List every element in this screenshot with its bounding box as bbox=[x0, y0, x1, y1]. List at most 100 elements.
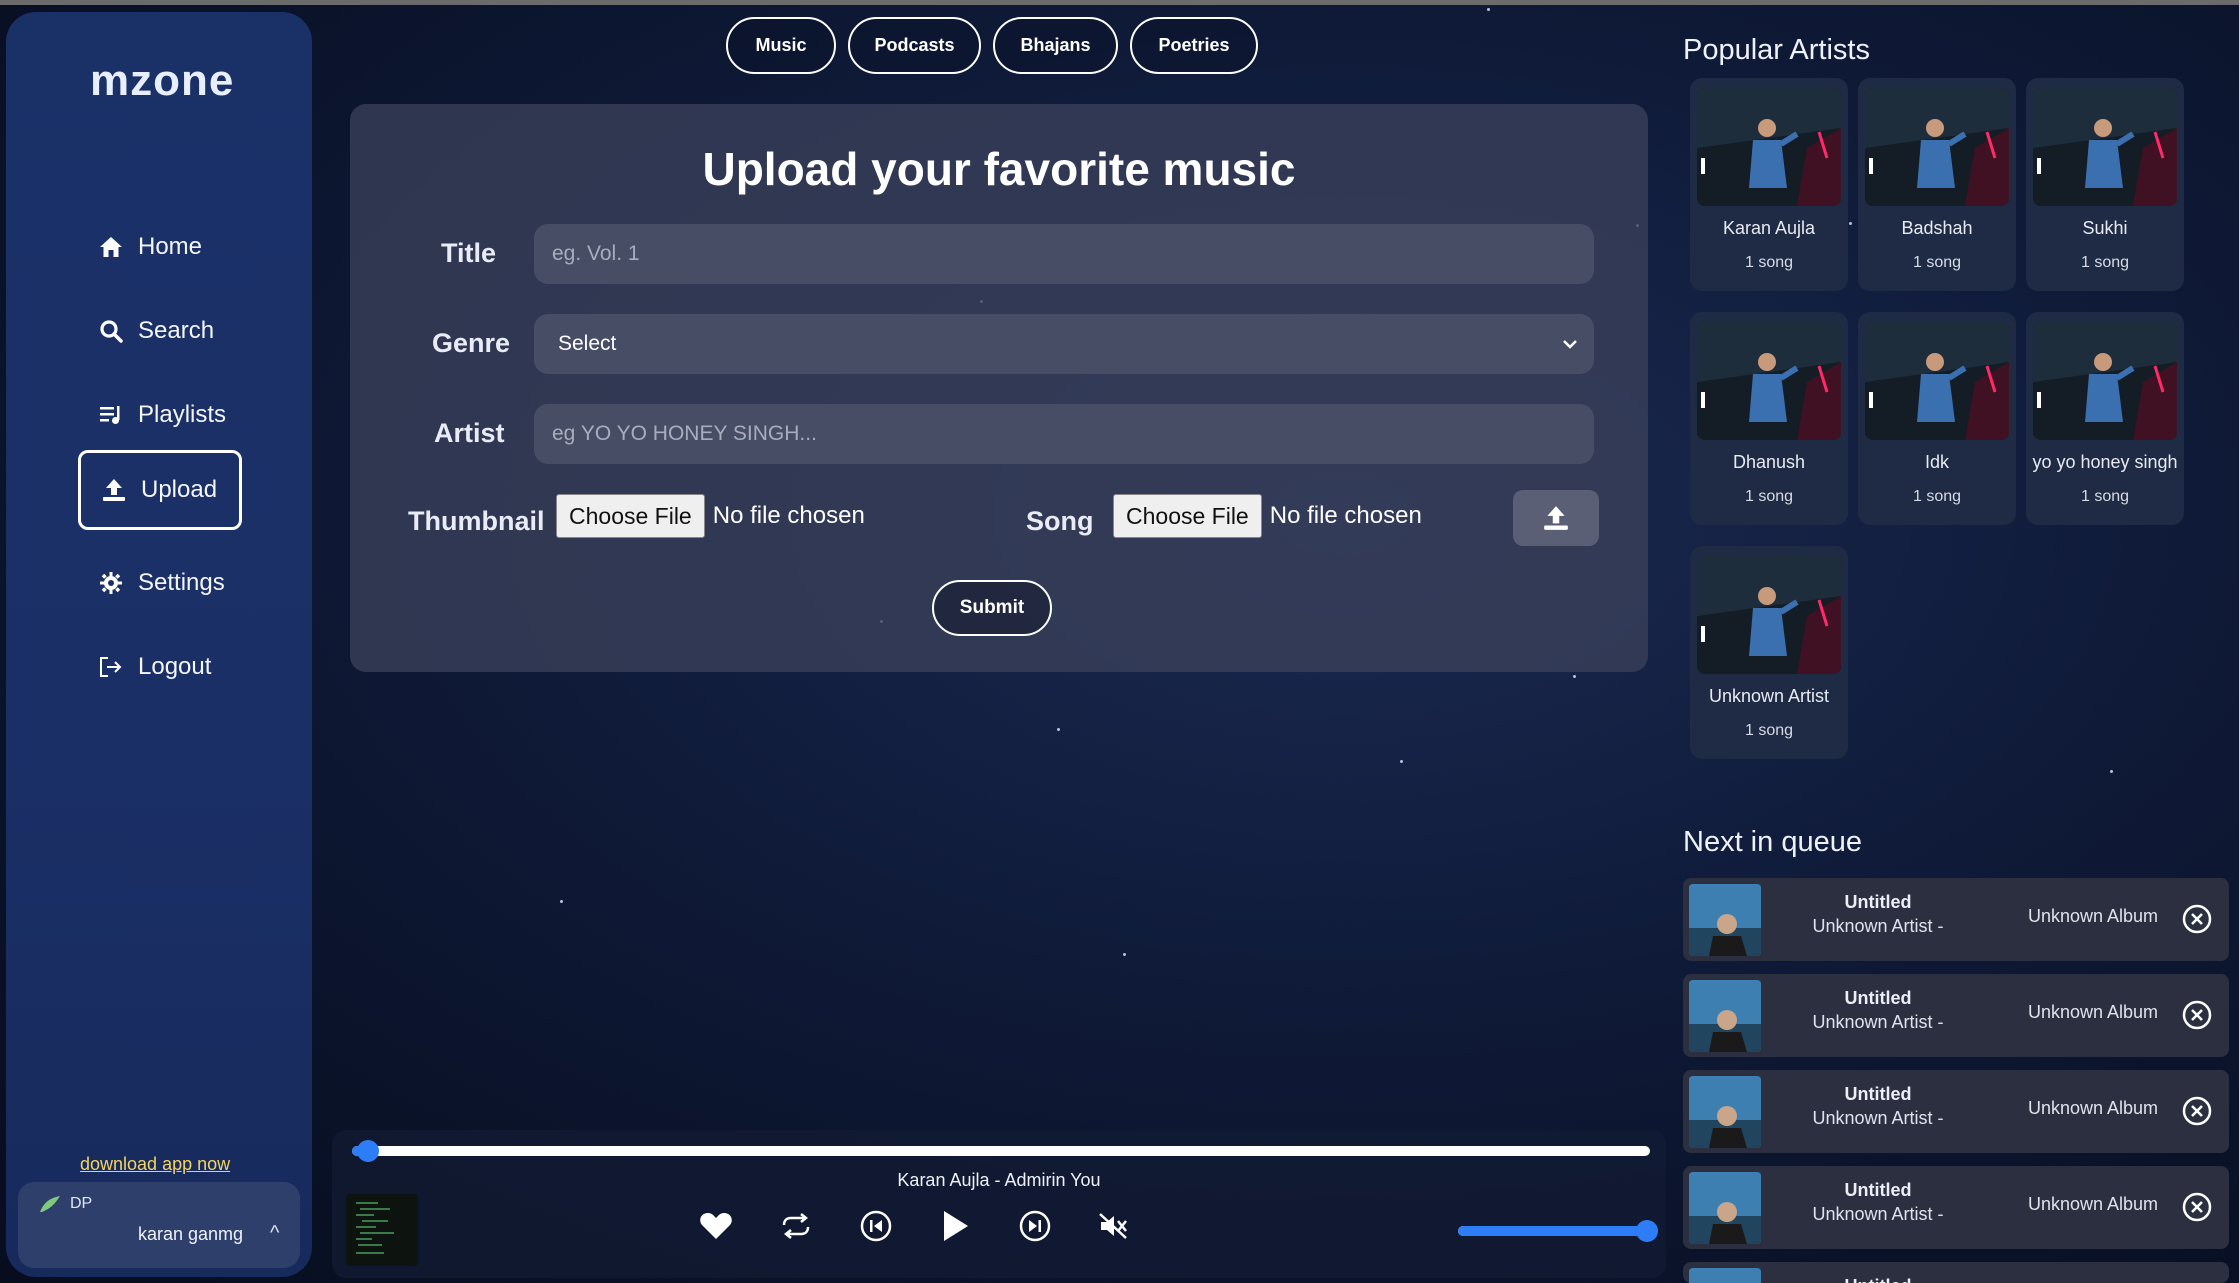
skip-back-icon bbox=[860, 1210, 892, 1242]
queue-item-thumbnail bbox=[1689, 1268, 1761, 1283]
progress-slider[interactable] bbox=[352, 1140, 1650, 1162]
sidebar-item-search[interactable]: Search bbox=[78, 292, 248, 370]
artist-card[interactable]: yo yo honey singh 1 song bbox=[2026, 312, 2184, 525]
progress-handle[interactable] bbox=[356, 1140, 379, 1162]
upload-file-button[interactable] bbox=[1513, 490, 1599, 546]
queue-item[interactable]: Untitled Unknown Artist - Unknown Album bbox=[1683, 1070, 2229, 1153]
category-podcasts-button[interactable]: Podcasts bbox=[848, 17, 981, 74]
close-circle-icon bbox=[2182, 904, 2212, 934]
queue-item[interactable]: Untitled Unknown Artist - Unknown Album bbox=[1683, 974, 2229, 1057]
repeat-button[interactable] bbox=[776, 1206, 816, 1246]
chevron-down-icon bbox=[1563, 340, 1577, 349]
artist-image bbox=[1697, 322, 1841, 440]
title-label: Title bbox=[441, 238, 497, 268]
artist-song-count: 1 song bbox=[1912, 254, 1962, 271]
artist-name: Dhanush bbox=[1732, 452, 1806, 472]
artist-song-count: 1 song bbox=[1744, 254, 1794, 271]
artist-card[interactable]: Dhanush 1 song bbox=[1690, 312, 1848, 525]
sidebar-item-label: Upload bbox=[141, 476, 218, 503]
artist-card[interactable]: Idk 1 song bbox=[1858, 312, 2016, 525]
volume-mute-icon bbox=[1099, 1213, 1127, 1239]
close-circle-icon bbox=[2182, 1000, 2212, 1030]
user-profile-card[interactable]: DP karan ganmg ^ bbox=[18, 1182, 300, 1268]
queue-item[interactable]: Untitled Unknown Artist - Unknown Album bbox=[1683, 1166, 2229, 1249]
sidebar-item-logout[interactable]: Logout bbox=[78, 628, 248, 706]
queue-item-title: Untitled bbox=[1844, 988, 1912, 1008]
thumbnail-choose-file-button[interactable]: Choose File bbox=[556, 494, 705, 538]
broken-image-icon bbox=[40, 1196, 60, 1212]
chevron-up-icon[interactable]: ^ bbox=[270, 1222, 279, 1245]
queue-item-title: Untitled bbox=[1844, 1084, 1912, 1104]
artist-label: Artist bbox=[434, 418, 505, 448]
thumbnail-file-input: Choose File No file chosen bbox=[556, 494, 865, 538]
like-button[interactable] bbox=[696, 1206, 736, 1246]
sidebar-item-label: Settings bbox=[138, 569, 225, 596]
artist-image bbox=[2033, 322, 2177, 440]
song-file-status: No file chosen bbox=[1269, 502, 1422, 529]
download-app-link[interactable]: download app now bbox=[80, 1154, 230, 1175]
remove-from-queue-button[interactable] bbox=[2181, 903, 2213, 935]
category-poetries-button[interactable]: Poetries bbox=[1130, 17, 1258, 74]
popular-artists-title: Popular Artists bbox=[1683, 34, 1870, 66]
queue-item-album: Unknown Album bbox=[2027, 906, 2159, 926]
queue-item[interactable]: Untitled Unknown Artist - Unknown Album bbox=[1683, 878, 2229, 961]
next-button[interactable] bbox=[1015, 1206, 1055, 1246]
queue-item-artist: Unknown Artist - bbox=[1812, 1108, 1944, 1128]
queue-item-thumbnail bbox=[1689, 1172, 1761, 1244]
mute-button[interactable] bbox=[1094, 1206, 1134, 1246]
user-name: karan ganmg bbox=[138, 1224, 244, 1244]
window-top-border bbox=[0, 0, 2239, 5]
artist-card[interactable]: Badshah 1 song bbox=[1858, 78, 2016, 291]
artist-input[interactable] bbox=[534, 404, 1594, 464]
title-input[interactable] bbox=[534, 224, 1594, 284]
sidebar-item-label: Logout bbox=[138, 653, 212, 680]
upload-form-panel: Upload your favorite music Title Genre S… bbox=[350, 104, 1648, 672]
remove-from-queue-button[interactable] bbox=[2181, 999, 2213, 1031]
queue-item[interactable]: Untitled bbox=[1683, 1262, 2229, 1283]
play-icon bbox=[944, 1211, 968, 1241]
sidebar-item-home[interactable]: Home bbox=[78, 208, 248, 286]
queue-item-artist: Unknown Artist - bbox=[1812, 1012, 1944, 1032]
queue-item-title: Untitled bbox=[1844, 892, 1912, 912]
genre-select[interactable]: Select bbox=[534, 314, 1594, 374]
artist-card[interactable]: Unknown Artist 1 song bbox=[1690, 546, 1848, 759]
skip-forward-icon bbox=[1019, 1210, 1051, 1242]
volume-slider[interactable] bbox=[1458, 1220, 1658, 1242]
song-file-input: Choose File No file chosen bbox=[1113, 494, 1422, 538]
sidebar-item-settings[interactable]: Settings bbox=[78, 544, 248, 622]
upload-icon bbox=[101, 477, 127, 503]
queue-item-artist: Unknown Artist - bbox=[1812, 1204, 1944, 1224]
artist-image bbox=[1865, 322, 2009, 440]
remove-from-queue-button[interactable] bbox=[2181, 1191, 2213, 1223]
remove-from-queue-button[interactable] bbox=[2181, 1095, 2213, 1127]
artist-card[interactable]: Sukhi 1 song bbox=[2026, 78, 2184, 291]
sidebar-item-playlists[interactable]: Playlists bbox=[78, 376, 248, 454]
sidebar-item-upload[interactable]: Upload bbox=[78, 450, 242, 530]
home-icon bbox=[98, 234, 124, 260]
artist-song-count: 1 song bbox=[2080, 488, 2130, 505]
category-music-button[interactable]: Music bbox=[726, 17, 836, 74]
repeat-icon bbox=[782, 1213, 810, 1239]
artist-card[interactable]: Karan Aujla 1 song bbox=[1690, 78, 1848, 291]
queue-title: Next in queue bbox=[1683, 826, 1862, 858]
category-bhajans-button[interactable]: Bhajans bbox=[993, 17, 1118, 74]
volume-handle[interactable] bbox=[1636, 1220, 1658, 1242]
queue-item-album: Unknown Album bbox=[2027, 1098, 2159, 1118]
artist-image bbox=[1697, 556, 1841, 674]
brand-logo[interactable]: mzone bbox=[90, 56, 234, 106]
queue-item-album: Unknown Album bbox=[2027, 1002, 2159, 1022]
previous-button[interactable] bbox=[856, 1206, 896, 1246]
queue-item-title: Untitled bbox=[1763, 1276, 1993, 1283]
sidebar-item-label: Playlists bbox=[138, 401, 227, 428]
queue-item-title: Untitled bbox=[1844, 1180, 1912, 1200]
submit-button[interactable]: Submit bbox=[932, 580, 1052, 636]
now-playing-title: Karan Aujla - Admirin You bbox=[897, 1170, 1101, 1190]
artist-name: Idk bbox=[1924, 452, 1949, 472]
play-button[interactable] bbox=[935, 1206, 975, 1246]
playlist-icon bbox=[98, 402, 124, 428]
volume-fill bbox=[1458, 1226, 1652, 1236]
gear-icon bbox=[98, 570, 124, 596]
artist-name: yo yo honey singh bbox=[2032, 452, 2178, 472]
song-choose-file-button[interactable]: Choose File bbox=[1113, 494, 1262, 538]
queue-item-album: Unknown Album bbox=[2027, 1194, 2159, 1214]
